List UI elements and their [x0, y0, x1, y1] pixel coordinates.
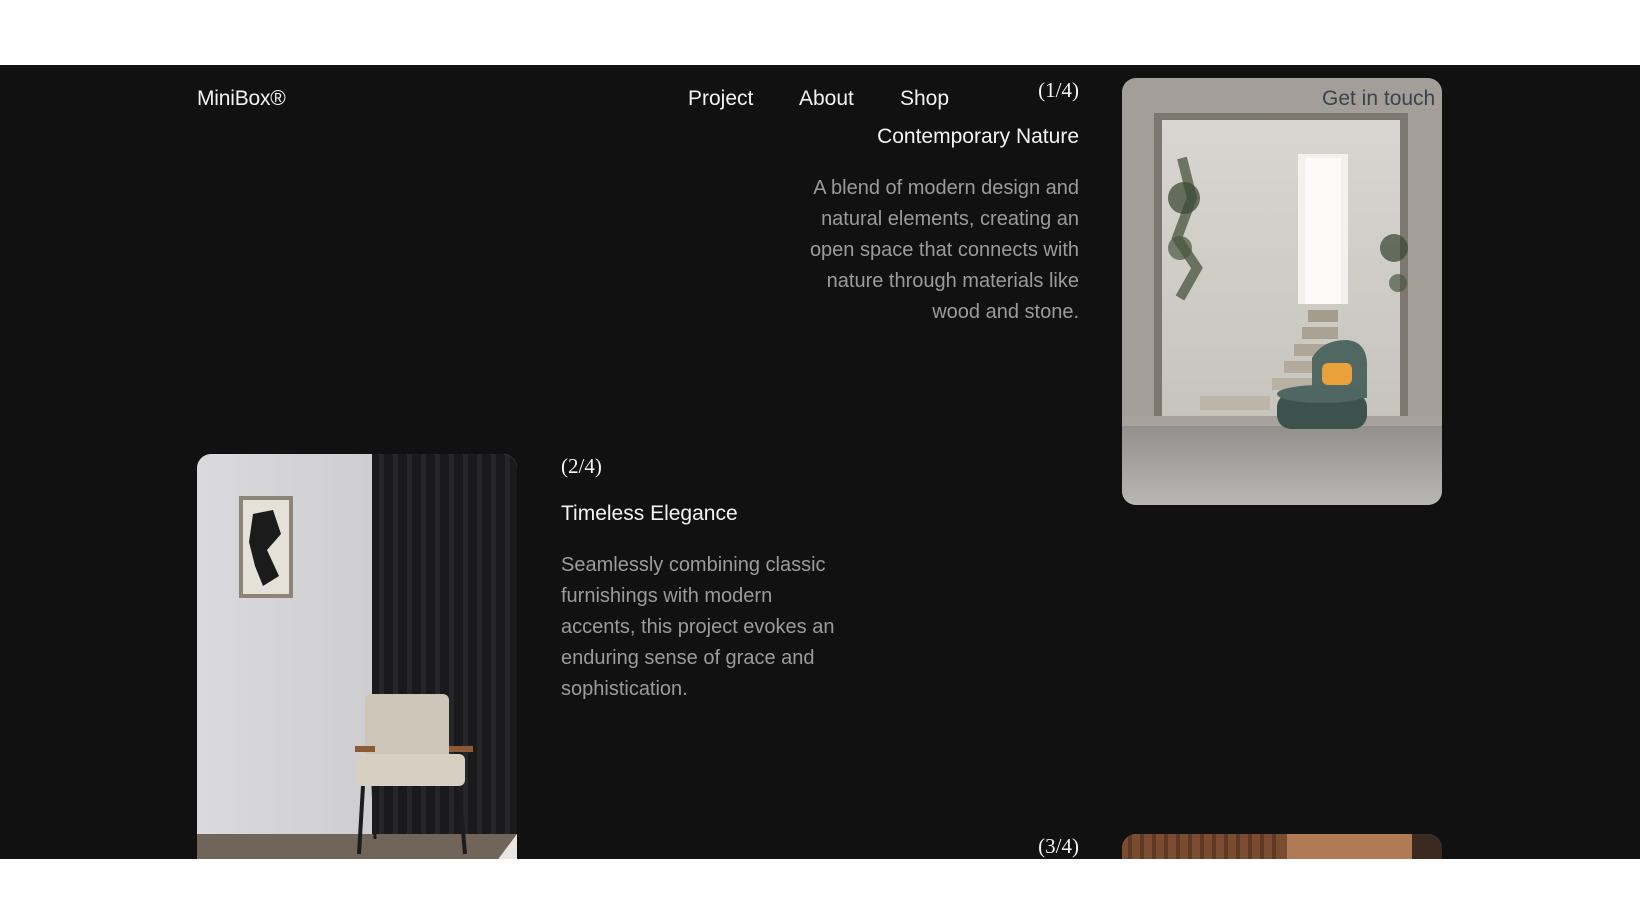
project-1-image[interactable] [1122, 78, 1442, 505]
nav-item-shop[interactable]: Shop [900, 87, 949, 111]
project-2-title: Timeless Elegance [561, 502, 738, 525]
page-stage: MiniBox® Project About Shop Get in touch… [0, 65, 1640, 859]
nav-item-project[interactable]: Project [688, 87, 753, 111]
get-in-touch-link[interactable]: Get in touch [1322, 87, 1435, 111]
project-3-counter: (3/4) [1038, 834, 1079, 858]
project-2-counter: (2/4) [561, 454, 602, 478]
nav-item-about[interactable]: About [799, 87, 854, 111]
project-3-image[interactable] [1122, 834, 1442, 859]
project-1-description: A blend of modern design and natural ele… [809, 177, 1079, 323]
project-1-counter: (1/4) [1038, 78, 1079, 102]
project-2-description: Seamlessly combining classic furnishings… [561, 554, 835, 700]
project-2-image[interactable] [197, 454, 517, 859]
brand-logo[interactable]: MiniBox® [197, 87, 286, 111]
project-1-title: Contemporary Nature [877, 125, 1079, 148]
